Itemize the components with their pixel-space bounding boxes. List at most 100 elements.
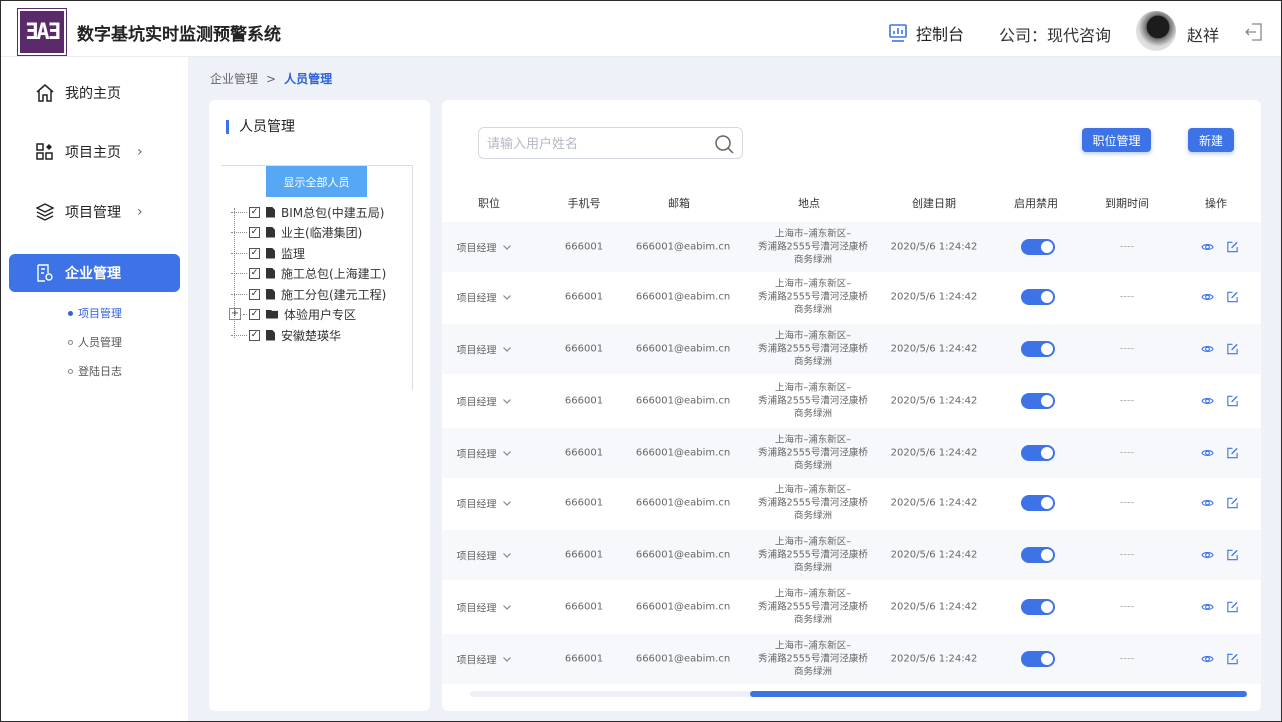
- sub-item-project-mgmt[interactable]: 项目管理: [68, 305, 122, 321]
- address-line: 商务绿洲: [793, 254, 832, 266]
- sidebar-item-project-mgmt[interactable]: 项目管理 ›: [9, 193, 180, 231]
- expire-cell: ----: [1119, 343, 1135, 355]
- enable-toggle[interactable]: [1021, 547, 1055, 563]
- phone-cell: 666001: [564, 653, 604, 665]
- position-select[interactable]: 项目经理: [457, 240, 512, 255]
- address-line: 商务绿洲: [793, 562, 832, 574]
- tree-node[interactable]: + ✓ 体验用户专区: [221, 305, 356, 323]
- horizontal-scrollbar[interactable]: [470, 691, 1247, 697]
- new-button[interactable]: 新建: [1188, 128, 1234, 152]
- toggle-switch[interactable]: [1021, 599, 1055, 615]
- email-cell: 666001@eabim.cn: [635, 395, 731, 407]
- eye-icon[interactable]: [1201, 241, 1214, 254]
- checkbox-icon[interactable]: ✓: [249, 247, 260, 259]
- column-header: 创建日期: [912, 197, 956, 210]
- sidebar-item-enterprise[interactable]: 企业管理: [9, 254, 180, 292]
- edit-icon[interactable]: [1226, 291, 1239, 304]
- checkbox-icon[interactable]: ✓: [249, 267, 260, 279]
- sidebar-item-home[interactable]: 我的主页: [9, 74, 180, 112]
- enable-toggle[interactable]: [1021, 239, 1055, 255]
- eye-icon[interactable]: [1201, 601, 1214, 614]
- chevron-down-icon: [503, 552, 511, 558]
- checkbox-icon[interactable]: ✓: [249, 329, 260, 341]
- sub-item-personnel-mgmt[interactable]: 人员管理: [68, 334, 122, 350]
- address-line: 商务绿洲: [793, 304, 832, 316]
- checkbox-icon[interactable]: ✓: [249, 206, 260, 218]
- toggle-switch[interactable]: [1021, 495, 1055, 511]
- bullet-icon: [68, 368, 73, 374]
- org-tree: 显示全部人员 ✓ BIM总包(中建五局) ✓ 业主(临港集团) ✓ 监理 ✓ 施…: [221, 165, 413, 390]
- checkbox-icon[interactable]: ✓: [249, 308, 260, 320]
- expand-icon[interactable]: +: [229, 308, 241, 320]
- edit-icon[interactable]: [1226, 497, 1239, 510]
- sub-item-login-log[interactable]: 登陆日志: [68, 363, 122, 379]
- toggle-switch[interactable]: [1021, 239, 1055, 255]
- edit-icon[interactable]: [1226, 241, 1239, 254]
- position-select[interactable]: 项目经理: [457, 548, 512, 563]
- actions-cell: [1201, 447, 1239, 460]
- checkbox-icon[interactable]: ✓: [249, 288, 260, 300]
- position-select[interactable]: 项目经理: [457, 496, 512, 511]
- toggle-switch[interactable]: [1021, 341, 1055, 357]
- eye-icon[interactable]: [1201, 395, 1214, 408]
- enable-toggle[interactable]: [1021, 651, 1055, 667]
- email-cell: 666001@eabim.cn: [635, 601, 731, 613]
- tree-node-label: 安徽楚瑛华: [281, 328, 342, 343]
- position-select[interactable]: 项目经理: [457, 446, 512, 461]
- search-icon[interactable]: [714, 134, 734, 154]
- expire-cell: ----: [1119, 549, 1135, 561]
- enable-toggle[interactable]: [1021, 341, 1055, 357]
- scrollbar-thumb[interactable]: [750, 691, 1247, 697]
- toggle-switch[interactable]: [1021, 289, 1055, 305]
- position-select[interactable]: 项目经理: [457, 600, 512, 615]
- show-all-button[interactable]: 显示全部人员: [266, 166, 367, 197]
- address-cell: 上海市–浦东新区– 秀浦路2555号漕河泾康桥 商务绿洲: [758, 278, 868, 317]
- tree-node[interactable]: ✓ 施工分包(建元工程): [221, 285, 386, 303]
- logout-icon[interactable]: [1244, 23, 1264, 41]
- eye-icon[interactable]: [1201, 549, 1214, 562]
- tree-node[interactable]: ✓ 监理: [221, 244, 305, 262]
- table-row: 项目经理 666001 666001@eabim.cn 上海市–浦东新区– 秀浦路255…: [442, 478, 1261, 528]
- edit-icon[interactable]: [1226, 395, 1239, 408]
- checkbox-icon[interactable]: ✓: [249, 226, 260, 238]
- address-line: 秀浦路2555号漕河泾康桥: [758, 241, 868, 253]
- edit-icon[interactable]: [1226, 343, 1239, 356]
- position-select[interactable]: 项目经理: [457, 652, 512, 667]
- position-select[interactable]: 项目经理: [457, 342, 512, 357]
- eye-icon[interactable]: [1201, 447, 1214, 460]
- position-value: 项目经理: [456, 603, 497, 615]
- enable-toggle[interactable]: [1021, 289, 1055, 305]
- toggle-switch[interactable]: [1021, 651, 1055, 667]
- tree-node[interactable]: ✓ 安徽楚瑛华: [221, 326, 341, 344]
- edit-icon[interactable]: [1226, 549, 1239, 562]
- eye-icon[interactable]: [1201, 343, 1214, 356]
- enable-toggle[interactable]: [1021, 599, 1055, 615]
- position-mgmt-button[interactable]: 职位管理: [1082, 128, 1151, 152]
- edit-icon[interactable]: [1226, 447, 1239, 460]
- tree-line: [231, 334, 247, 336]
- username[interactable]: 赵祥: [1187, 22, 1219, 46]
- console-link[interactable]: 控制台: [888, 21, 964, 45]
- toggle-switch[interactable]: [1021, 393, 1055, 409]
- eye-icon[interactable]: [1201, 497, 1214, 510]
- tree-node[interactable]: ✓ 施工总包(上海建工): [221, 264, 386, 282]
- enable-toggle[interactable]: [1021, 393, 1055, 409]
- address-line: 商务绿洲: [793, 510, 832, 522]
- eye-icon[interactable]: [1201, 291, 1214, 304]
- sidebar-item-project-home[interactable]: 项目主页 ›: [9, 133, 180, 171]
- edit-icon[interactable]: [1226, 601, 1239, 614]
- breadcrumb-parent[interactable]: 企业管理: [210, 70, 258, 87]
- tree-node[interactable]: ✓ 业主(临港集团): [221, 223, 362, 241]
- search-input[interactable]: [487, 134, 707, 154]
- eye-icon[interactable]: [1201, 653, 1214, 666]
- toggle-switch[interactable]: [1021, 547, 1055, 563]
- enable-toggle[interactable]: [1021, 445, 1055, 461]
- tree-node[interactable]: ✓ BIM总包(中建五局): [221, 203, 385, 221]
- edit-icon[interactable]: [1226, 653, 1239, 666]
- position-select[interactable]: 项目经理: [457, 394, 512, 409]
- expire-cell: ----: [1119, 653, 1135, 665]
- toggle-switch[interactable]: [1021, 445, 1055, 461]
- position-select[interactable]: 项目经理: [457, 290, 512, 305]
- enable-toggle[interactable]: [1021, 495, 1055, 511]
- avatar[interactable]: [1136, 11, 1176, 51]
